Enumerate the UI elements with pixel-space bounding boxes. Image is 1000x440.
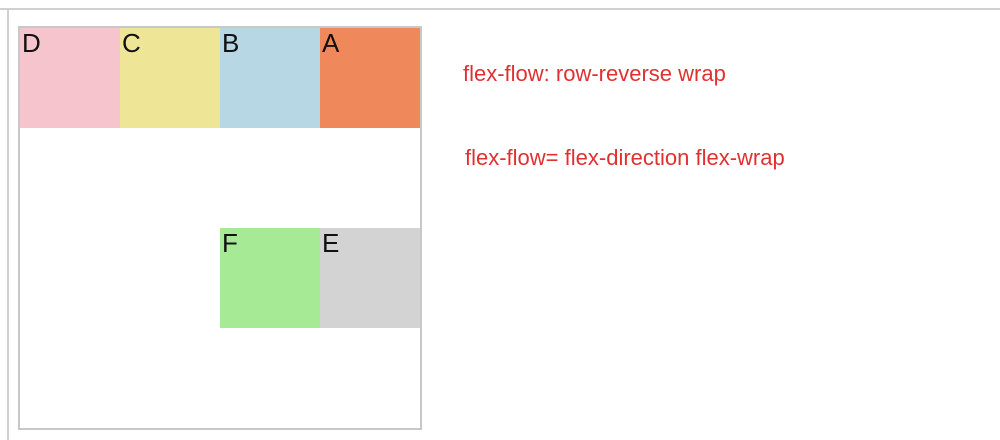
left-divider xyxy=(7,9,9,440)
demo-frame: D C B A F E flex-flow: row-reverse wrap … xyxy=(0,0,1000,440)
flex-container: D C B A F E xyxy=(18,26,422,430)
flex-flow-value-note: flex-flow: row-reverse wrap xyxy=(463,61,726,86)
flex-item-d: D xyxy=(20,28,120,128)
flex-item-b-label: B xyxy=(222,28,240,58)
top-divider xyxy=(0,8,1000,10)
flex-item-a: A xyxy=(320,28,420,128)
flex-item-a-label: A xyxy=(322,28,340,58)
flex-flow-definition-note: flex-flow= flex-direction flex-wrap xyxy=(465,145,785,170)
flex-item-c-label: C xyxy=(122,28,141,58)
flex-item-d-label: D xyxy=(22,28,41,58)
flex-item-e: E xyxy=(320,228,420,328)
flex-item-b: B xyxy=(220,28,320,128)
flex-item-e-label: E xyxy=(322,228,340,258)
flex-item-f: F xyxy=(220,228,320,328)
flex-item-c: C xyxy=(120,28,220,128)
flex-item-f-label: F xyxy=(222,228,238,258)
